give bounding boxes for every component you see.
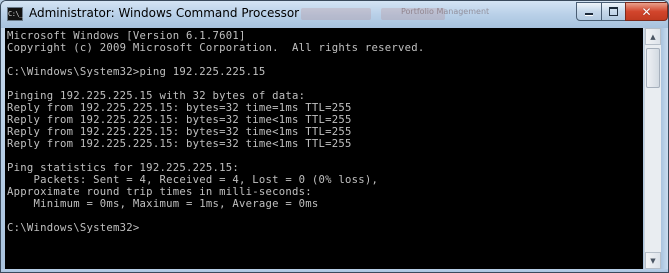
maximize-button[interactable] [601,2,626,21]
close-icon: ✕ [641,4,652,19]
background-window-text: Portfolio Management [401,7,490,16]
console-output[interactable]: Microsoft Windows [Version 6.1.7601] Cop… [5,28,643,269]
window-title: Administrator: Windows Command Processor [29,6,300,20]
minimize-icon [585,13,593,16]
scroll-down-button[interactable]: ▼ [645,252,661,269]
window-frame-bottom [1,269,668,272]
title-bar[interactable]: C:\_ Administrator: Windows Command Proc… [1,1,668,28]
cmd-icon[interactable]: C:\_ [7,7,23,21]
window-frame-right [661,28,668,272]
command-prompt-window: C:\_ Administrator: Windows Command Proc… [0,0,669,273]
vertical-scrollbar[interactable]: ▲ ▼ [644,28,661,269]
console-line: Reply from 192.225.225.15: bytes=32 time… [7,138,352,150]
scrollbar-thumb[interactable] [646,48,660,88]
scroll-up-button[interactable]: ▲ [645,28,661,45]
close-button[interactable]: ✕ [625,2,668,21]
scroll-down-arrow-icon: ▼ [650,256,656,265]
command-prompt-line[interactable]: C:\Windows\System32> [7,222,140,235]
console-line: Copyright (c) 2009 Microsoft Corporation… [7,42,425,54]
console-line: C:\Windows\System32>ping 192.225.225.15 [7,66,266,78]
console-line: Minimum = 0ms, Maximum = 1ms, Average = … [7,198,319,210]
maximize-icon [609,7,618,16]
background-window-ghost [301,8,371,20]
minimize-button[interactable] [576,2,602,21]
scroll-up-arrow-icon: ▲ [650,32,656,41]
